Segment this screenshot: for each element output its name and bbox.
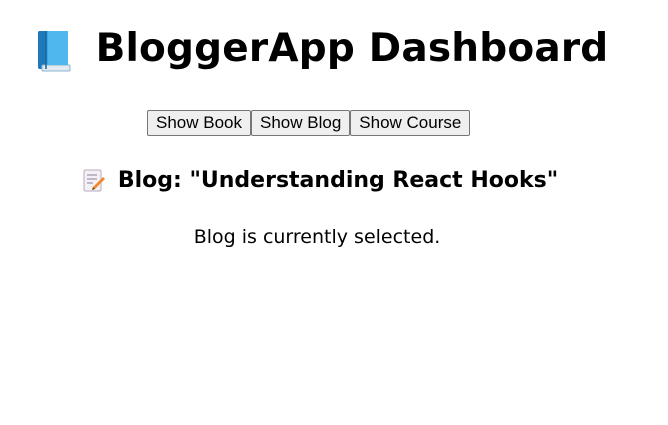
- memo-icon: [82, 168, 106, 194]
- blue-book-icon: [36, 29, 72, 73]
- selection-status-text: Blog is currently selected.: [193, 226, 441, 248]
- dashboard-page: BloggerApp Dashboard Show Book Show Blog…: [0, 0, 668, 425]
- show-book-button[interactable]: Show Book: [147, 110, 251, 136]
- page-title: BloggerApp Dashboard: [95, 26, 609, 71]
- show-course-button[interactable]: Show Course: [350, 110, 471, 136]
- show-blog-button[interactable]: Show Blog: [251, 110, 351, 136]
- view-toggle-toolbar: Show Book Show Blog Show Course: [147, 110, 471, 136]
- blog-heading: Blog: "Understanding React Hooks": [117, 168, 559, 193]
- page-header: BloggerApp Dashboard: [0, 22, 644, 76]
- blog-section-header: Blog: "Understanding React Hooks": [0, 166, 640, 196]
